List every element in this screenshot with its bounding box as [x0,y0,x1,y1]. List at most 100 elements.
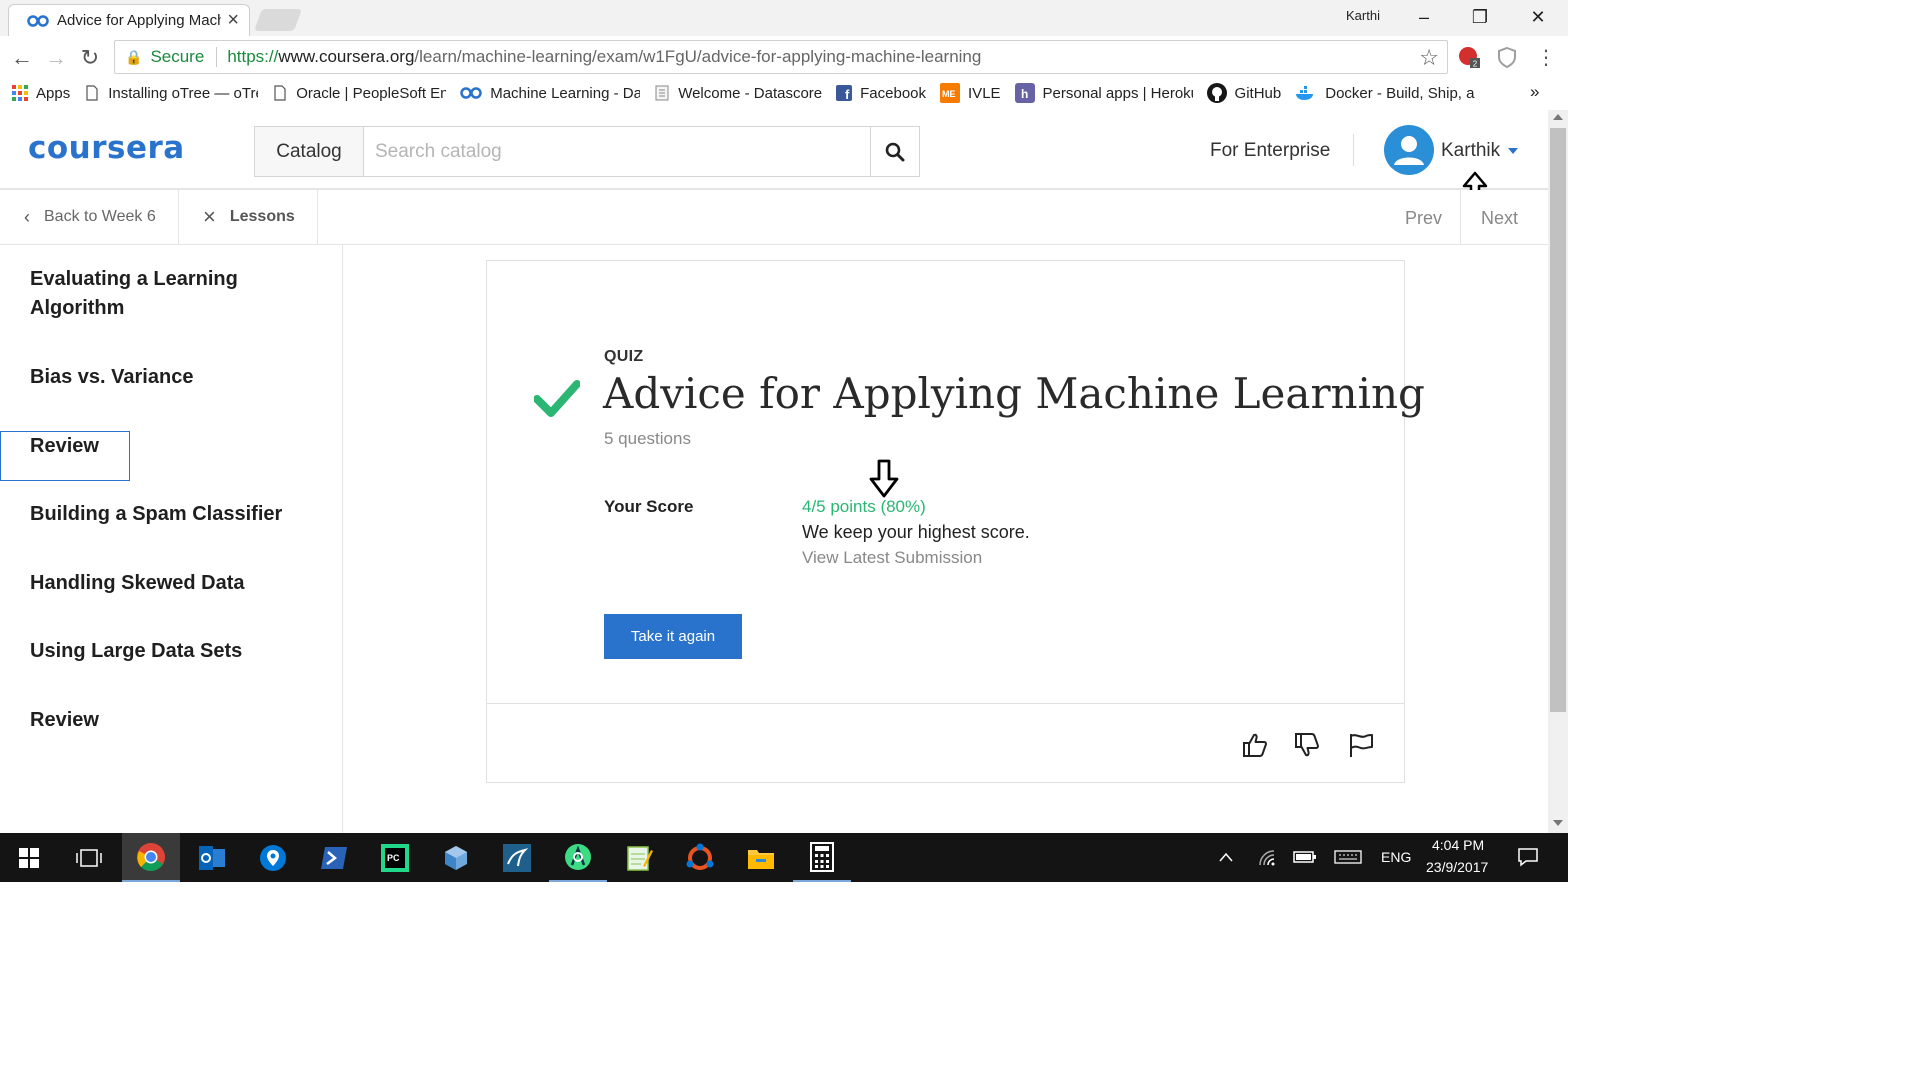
bookmarks-overflow-icon[interactable]: » [1530,82,1539,102]
lessons-button[interactable]: × Lessons [179,190,318,244]
lesson-sidebar: Evaluating a Learning Algorithm Bias vs.… [0,245,343,833]
thumbs-down-icon[interactable] [1293,731,1321,759]
clock-time[interactable]: 4:04 PM [1432,837,1484,853]
taskbar-chrome[interactable] [122,833,180,882]
language-indicator[interactable]: ENG [1381,849,1411,865]
bookmark-label: Apps [36,84,71,102]
back-arrow-icon[interactable]: ← [10,46,34,70]
browser-toolbar: ← → ↻ 🔒 Secure https:// www.coursera.org… [0,36,1568,80]
bookmark-ivle[interactable]: ME IVLE [940,83,1001,103]
lesson-subnav: ‹ Back to Week 6 × Lessons Prev Next [0,190,1548,245]
user-avatar-icon [1394,136,1424,165]
taskbar-maps[interactable] [244,833,302,882]
restore-icon[interactable]: ❐ [1468,5,1492,29]
clock-date[interactable]: 23/9/2017 [1426,859,1488,875]
bookmark-star-icon[interactable]: ☆ [1419,45,1439,71]
sidebar-item-spam-classifier[interactable]: Building a Spam Classifier [30,500,320,529]
bookmark-machine-learning[interactable]: Machine Learning - Dashboard [460,85,640,102]
task-view-icon [76,848,102,867]
scroll-thumb[interactable] [1550,128,1566,712]
flag-icon[interactable] [1347,731,1375,759]
sidebar-item-evaluating[interactable]: Evaluating a Learning Algorithm [30,265,320,323]
next-button[interactable]: Next [1481,208,1518,229]
taskbar-outlook[interactable] [183,833,241,882]
github-icon [1206,83,1227,103]
cube-icon [445,845,467,870]
search-input[interactable] [363,126,871,177]
sidebar-item-large-data-sets[interactable]: Using Large Data Sets [30,637,320,666]
quiz-type-label: QUIZ [604,348,644,365]
scroll-down-arrow-icon[interactable] [1553,820,1563,826]
wifi-icon[interactable] [1258,849,1278,867]
svg-text:f: f [845,87,850,101]
action-center-icon[interactable] [1517,847,1539,867]
caret-down-icon[interactable] [1508,148,1518,154]
catalog-button[interactable]: Catalog [254,126,364,177]
taskbar-pycharm[interactable]: PC [366,833,424,882]
sidebar-item-review[interactable]: Review [30,432,320,461]
prev-button[interactable]: Prev [1405,208,1442,229]
search-button[interactable] [870,126,920,177]
taskbar-android-studio[interactable] [549,833,607,882]
browser-menu-icon[interactable]: ⋮ [1534,46,1558,70]
coursera-favicon-icon [27,14,49,27]
take-it-again-button[interactable]: Take it again [604,614,742,659]
sidebar-item-review-2[interactable]: Review [30,706,320,735]
browser-tab[interactable]: Advice for Applying Machine Learning × [8,4,250,36]
bookmark-datascore[interactable]: Welcome - Datascore [654,85,822,102]
taskbar-notepad[interactable] [610,833,668,882]
address-bar[interactable]: 🔒 Secure https:// www.coursera.org /lear… [114,40,1448,74]
extension-badge-icon[interactable]: 2 [1458,46,1480,68]
lock-icon: 🔒 [125,48,143,65]
bookmark-docker[interactable]: Docker - Build, Ship, and Run [1295,85,1475,102]
bookmark-oracle[interactable]: Oracle | PeopleSoft Enterprise [272,85,446,102]
new-tab-button[interactable] [253,9,303,31]
reload-icon[interactable]: ↻ [78,46,102,70]
avatar[interactable] [1384,125,1434,175]
heroku-icon: h [1014,83,1035,103]
user-menu-name[interactable]: Karthik [1441,140,1500,162]
taskbar-virtualbox[interactable] [427,833,485,882]
coursera-logo[interactable]: coursera [28,130,185,166]
sidebar-item-skewed-data[interactable]: Handling Skewed Data [30,569,320,598]
bookmark-label: Personal apps | Heroku [1042,84,1193,102]
window-profile-name[interactable]: Karthi [1346,8,1380,23]
page-scrollbar[interactable] [1548,110,1568,833]
docker-icon [1296,86,1314,100]
bookmark-label: Welcome - Datascore [678,84,823,102]
back-to-week-button[interactable]: ‹ Back to Week 6 [0,190,179,244]
sidebar-item-bias-variance[interactable]: Bias vs. Variance [30,363,320,392]
header-divider [1353,134,1354,166]
tray-chevron-up-icon[interactable] [1218,851,1234,863]
taskbar-file-explorer[interactable] [732,833,790,882]
shield-extension-icon[interactable] [1496,46,1518,68]
for-enterprise-link[interactable]: For Enterprise [1210,140,1330,162]
thumbs-up-icon[interactable] [1241,731,1269,759]
taskbar-powershell[interactable] [305,833,363,882]
view-latest-submission-link[interactable]: View Latest Submission [802,548,982,568]
bookmark-heroku[interactable]: h Personal apps | Heroku [1014,83,1193,103]
bookmark-apps[interactable]: Apps [12,85,70,102]
task-view-button[interactable] [60,833,118,882]
scroll-up-arrow-icon[interactable] [1553,114,1563,120]
bookmark-label: Facebook [860,84,927,102]
bookmark-otree[interactable]: Installing oTree — oTree [84,85,258,102]
chevron-left-icon: ‹ [24,206,30,227]
secure-label: Secure [150,47,205,66]
pycharm-icon: PC [381,843,409,872]
taskbar-ubuntu[interactable] [671,833,729,882]
quiz-card: QUIZ Advice for Applying Machine Learnin… [486,260,1425,783]
bookmark-facebook[interactable]: f Facebook [836,85,926,102]
back-to-week-label: Back to Week 6 [44,208,156,225]
close-window-icon[interactable]: ✕ [1526,5,1550,29]
battery-icon[interactable] [1293,850,1317,864]
forward-arrow-icon[interactable]: → [44,46,68,70]
svg-text:h: h [1021,87,1028,101]
minimize-icon[interactable]: – [1412,5,1436,29]
bookmark-github[interactable]: GitHub [1206,83,1281,103]
taskbar-calculator[interactable] [793,833,851,882]
tab-close-icon[interactable]: × [227,9,239,32]
taskbar-mysql[interactable] [488,833,546,882]
start-button[interactable] [0,833,58,882]
keyboard-icon[interactable] [1334,850,1362,864]
